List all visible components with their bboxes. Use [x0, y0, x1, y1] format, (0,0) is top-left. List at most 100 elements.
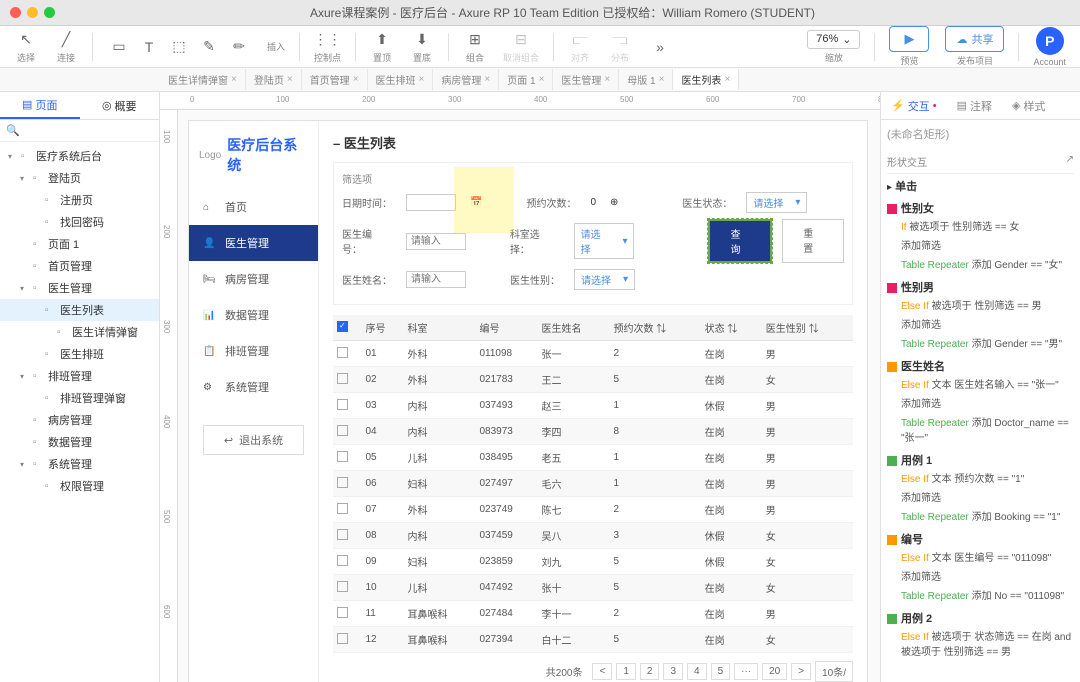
status-select[interactable]: 请选择▾ [746, 192, 807, 213]
interaction-case[interactable]: 编号Else If 文本 医生编号 == "011098"添加筛选Table R… [887, 531, 1074, 604]
page-link[interactable]: 20 [762, 663, 787, 680]
table-row[interactable]: 02外科021783王二5在岗女 [333, 367, 853, 393]
col-header[interactable]: 医生性别 ⇅ [762, 315, 853, 341]
tree-item[interactable]: ▾▫系统管理 [0, 453, 159, 475]
calendar-icon[interactable]: 📅 [470, 197, 482, 208]
checkbox[interactable] [337, 451, 348, 462]
doc-tab[interactable]: 页面 1× [499, 69, 553, 90]
col-header[interactable]: 医生姓名 [538, 315, 610, 341]
gender-select[interactable]: 请选择▾ [574, 269, 635, 290]
col-header[interactable]: 序号 [361, 315, 403, 341]
checkbox[interactable] [337, 607, 348, 618]
page-link[interactable]: 5 [711, 663, 731, 680]
nav-item[interactable]: 👤医生管理 [189, 225, 318, 261]
interaction-case[interactable]: 性别女If 被选项于 性别筛选 == 女添加筛选Table Repeater 添… [887, 200, 1074, 273]
col-header[interactable]: 编号 [475, 315, 537, 341]
nav-item[interactable]: 🛏病房管理 [189, 261, 318, 297]
reset-button[interactable]: 重置 [782, 219, 844, 263]
doc-tab[interactable]: 医生详情弹窗× [160, 69, 246, 90]
interaction-case[interactable]: 性别男Else If 被选项于 性别筛选 == 男添加筛选Table Repea… [887, 279, 1074, 352]
ungroup-icon[interactable]: ⊟ [509, 29, 533, 49]
shape-icon[interactable]: ⬚ [167, 37, 191, 57]
close-icon[interactable]: × [659, 74, 665, 85]
nav-item[interactable]: ⚙系统管理 [189, 369, 318, 405]
tree-item[interactable]: ▫排班管理弹窗 [0, 387, 159, 409]
rect-icon[interactable]: ▭ [107, 37, 131, 57]
nav-item[interactable]: 📋排班管理 [189, 333, 318, 369]
table-row[interactable]: 03内科037493赵三1休假男 [333, 393, 853, 419]
pencil-icon[interactable]: ✏ [227, 37, 251, 57]
page-size[interactable]: 10条/ [815, 661, 853, 682]
interactions-tab[interactable]: ⚡交互• [881, 92, 947, 119]
tree-item[interactable]: ▫数据管理 [0, 431, 159, 453]
doc-tab[interactable]: 母版 1× [619, 69, 673, 90]
tree-item[interactable]: ▫医生列表 [0, 299, 159, 321]
maximize-icon[interactable] [44, 7, 55, 18]
table-row[interactable]: 08内科037459吴八3休假女 [333, 523, 853, 549]
canvas[interactable]: Logo医疗后台系统 ⌂首页👤医生管理🛏病房管理📊数据管理📋排班管理⚙系统管理 … [178, 110, 880, 682]
expand-icon[interactable]: ↗ [1066, 154, 1074, 169]
checkbox[interactable] [337, 373, 348, 384]
page-link[interactable]: ··· [734, 663, 758, 680]
checkbox[interactable] [337, 529, 348, 540]
close-icon[interactable]: × [419, 74, 425, 85]
close-icon[interactable]: × [604, 74, 610, 85]
query-button[interactable]: 查询 [708, 219, 772, 263]
id-input[interactable] [406, 233, 466, 250]
table-row[interactable]: 01外科011098张一2在岗男 [333, 341, 853, 367]
date-input[interactable] [406, 194, 456, 211]
page-link[interactable]: < [592, 663, 612, 680]
account-avatar[interactable]: P [1036, 27, 1064, 55]
tree-item[interactable]: ▫页面 1 [0, 233, 159, 255]
stepper-icon[interactable]: ⊕ [610, 197, 618, 208]
more-icon[interactable]: » [648, 37, 672, 57]
text-icon[interactable]: T [137, 37, 161, 57]
tree-item[interactable]: ▫医生排班 [0, 343, 159, 365]
doc-tab[interactable]: 登陆页× [246, 69, 302, 90]
close-icon[interactable]: × [231, 74, 237, 85]
col-header[interactable]: 科室 [403, 315, 475, 341]
tree-item[interactable]: ▫医生详情弹窗 [0, 321, 159, 343]
align-icon[interactable]: ⫍ [568, 29, 592, 49]
checkbox[interactable] [337, 425, 348, 436]
top-icon[interactable]: ⬆ [370, 29, 394, 49]
close-icon[interactable]: × [539, 74, 545, 85]
table-row[interactable]: 06妇科027497毛六1在岗男 [333, 471, 853, 497]
close-icon[interactable]: × [724, 74, 730, 85]
table-row[interactable]: 10儿科047492张十5在岗女 [333, 575, 853, 601]
checkbox[interactable] [337, 581, 348, 592]
logout-button[interactable]: ↩退出系统 [203, 425, 304, 455]
doc-tab[interactable]: 医生管理× [553, 69, 619, 90]
table-row[interactable]: 11耳鼻喉科027484李十一2在岗男 [333, 601, 853, 627]
doc-tab[interactable]: 医生排班× [368, 69, 434, 90]
tree-item[interactable]: ▫找回密码 [0, 211, 159, 233]
tree-item[interactable]: ▾▫医生管理 [0, 277, 159, 299]
page-link[interactable]: 4 [687, 663, 707, 680]
tree-item[interactable]: ▫首页管理 [0, 255, 159, 277]
table-row[interactable]: 05儿科038495老五1在岗男 [333, 445, 853, 471]
group-icon[interactable]: ⊞ [463, 29, 487, 49]
table-row[interactable]: 04内科083973李四8在岗男 [333, 419, 853, 445]
interaction-case[interactable]: 医生姓名Else If 文本 医生姓名输入 == "张一"添加筛选Table R… [887, 358, 1074, 446]
table-row[interactable]: 07外科023749陈七2在岗男 [333, 497, 853, 523]
close-icon[interactable]: × [353, 74, 359, 85]
minimize-icon[interactable] [27, 7, 38, 18]
bottom-icon[interactable]: ⬇ [410, 29, 434, 49]
tree-item[interactable]: ▾▫排班管理 [0, 365, 159, 387]
name-input[interactable] [406, 271, 466, 288]
style-tab[interactable]: ◈样式 [1002, 92, 1055, 119]
pen-icon[interactable]: ✎ [197, 37, 221, 57]
checkbox-all[interactable] [337, 321, 348, 332]
dept-select[interactable]: 请选择▾ [574, 223, 635, 259]
checkbox[interactable] [337, 633, 348, 644]
table-row[interactable]: 09妇科023859刘九5休假女 [333, 549, 853, 575]
search-icon[interactable]: 🔍 [6, 125, 20, 137]
col-header[interactable]: 预约次数 ⇅ [609, 315, 700, 341]
nav-item[interactable]: 📊数据管理 [189, 297, 318, 333]
checkbox[interactable] [337, 555, 348, 566]
page-link[interactable]: > [791, 663, 811, 680]
outline-tab[interactable]: ◎概要 [80, 92, 160, 119]
doc-tab[interactable]: 首页管理× [302, 69, 368, 90]
checkbox[interactable] [337, 347, 348, 358]
tree-item[interactable]: ▾▫登陆页 [0, 167, 159, 189]
